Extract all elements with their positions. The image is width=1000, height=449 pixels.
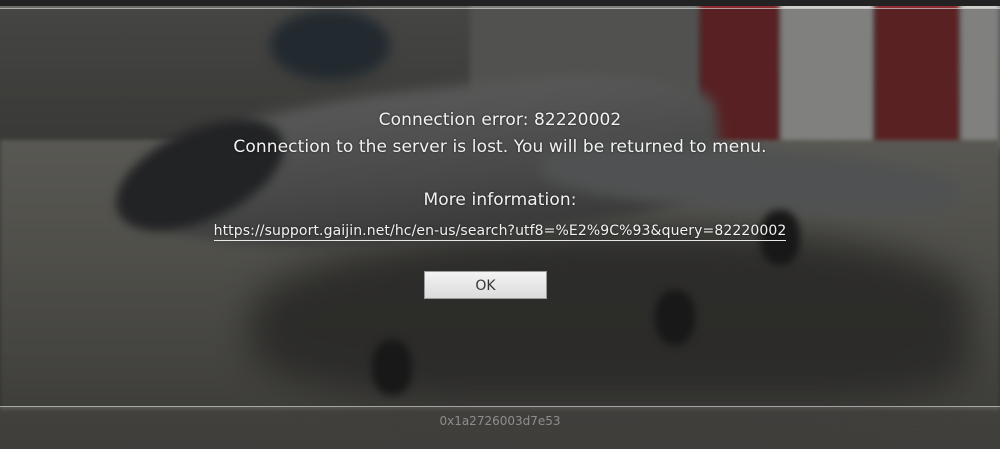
game-screen: Connection error: 82220002 Connection to… xyxy=(0,0,1000,449)
error-message: Connection to the server is lost. You wi… xyxy=(233,137,767,157)
more-info-label: More information: xyxy=(423,190,577,210)
support-link[interactable]: https://support.gaijin.net/hc/en-us/sear… xyxy=(213,223,787,241)
ok-button[interactable]: OK xyxy=(424,271,547,299)
error-title: Connection error: 82220002 xyxy=(378,110,622,130)
session-id: 0x1a2726003d7e53 xyxy=(439,414,561,428)
